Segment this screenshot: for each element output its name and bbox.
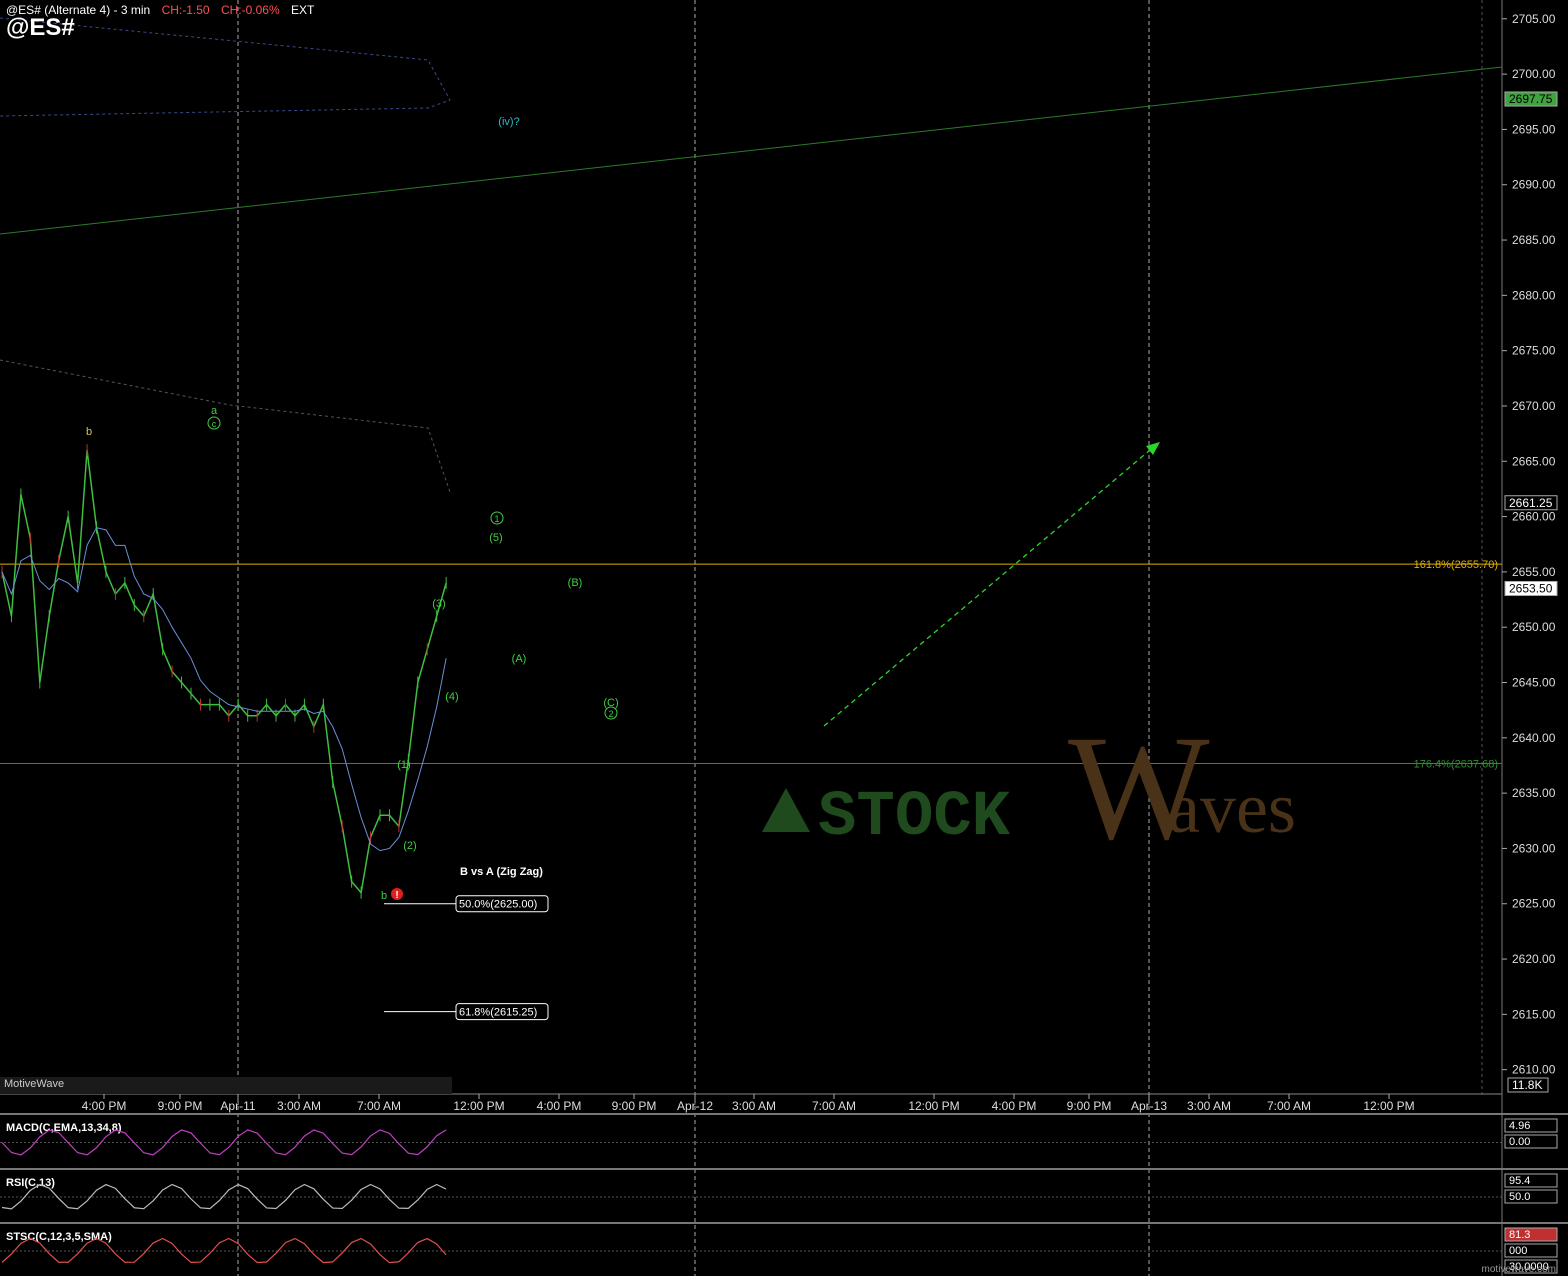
y-tick-label: 2670.00 bbox=[1512, 399, 1556, 413]
x-tick-label: 9:00 PM bbox=[612, 1099, 657, 1113]
x-tick-label: 12:00 PM bbox=[1363, 1099, 1414, 1113]
wave-label: (iv)? bbox=[498, 116, 519, 128]
upper-channel-line bbox=[0, 66, 1503, 235]
volume-band bbox=[0, 1077, 452, 1094]
watermark-triangle-icon bbox=[762, 788, 810, 832]
y-tick-label: 2665.00 bbox=[1512, 454, 1556, 468]
wave-label: (2) bbox=[403, 840, 416, 852]
x-tick-label: 7:00 AM bbox=[1267, 1099, 1311, 1113]
x-tick-label: 9:00 PM bbox=[1067, 1099, 1112, 1113]
indicator-tag-label: 95.4 bbox=[1509, 1175, 1530, 1187]
session-label: EXT bbox=[290, 3, 315, 17]
watermark-aves-text: aves bbox=[1168, 768, 1296, 848]
zigzag-title: B vs A (Zig Zag) bbox=[460, 866, 543, 878]
y-tick-label: 2650.00 bbox=[1512, 620, 1556, 634]
volume-tag-label: 11.8K bbox=[1512, 1078, 1542, 1092]
indicator-label: STSC(C,12,3,5,SMA) bbox=[6, 1231, 112, 1243]
zigzag-level-label: 50.0%(2625.00) bbox=[459, 899, 537, 911]
y-tick-label: 2625.00 bbox=[1512, 897, 1556, 911]
wave-label: (1) bbox=[397, 759, 410, 771]
y-tick-label: 2705.00 bbox=[1512, 12, 1556, 26]
y-tick-label: 2630.00 bbox=[1512, 841, 1556, 855]
alert-marker-glyph: ! bbox=[395, 890, 398, 901]
dashed-trendline bbox=[0, 359, 451, 493]
wave-label: c bbox=[212, 419, 217, 429]
x-tick-label: 4:00 PM bbox=[537, 1099, 582, 1113]
projection-arrow-head bbox=[1146, 442, 1160, 455]
symbol-label: @ES# bbox=[6, 14, 75, 41]
price-tag-label: 2653.50 bbox=[1509, 581, 1553, 595]
x-tick-label: Apr-11 bbox=[220, 1099, 255, 1113]
watermark-stock-text: STOCK bbox=[818, 782, 1011, 854]
y-tick-label: 2610.00 bbox=[1512, 1063, 1556, 1077]
change-percent: CH:-0.06% bbox=[220, 3, 280, 17]
footer-brand: motivewave.com bbox=[1482, 1264, 1556, 1275]
indicator-label: MACD(C,EMA,13,34,8) bbox=[6, 1122, 122, 1134]
wave-label: 2 bbox=[608, 709, 613, 719]
y-tick-label: 2640.00 bbox=[1512, 731, 1556, 745]
indicator-tag-label: 000 bbox=[1509, 1245, 1527, 1257]
x-tick-label: 4:00 PM bbox=[992, 1099, 1037, 1113]
x-tick-label: 7:00 AM bbox=[357, 1099, 401, 1113]
x-tick-label: 3:00 AM bbox=[732, 1099, 776, 1113]
y-tick-label: 2660.00 bbox=[1512, 510, 1556, 524]
wave-label: 1 bbox=[494, 514, 499, 524]
x-tick-label: 9:00 PM bbox=[158, 1099, 203, 1113]
x-tick-label: 7:00 AM bbox=[812, 1099, 856, 1113]
y-tick-label: 2615.00 bbox=[1512, 1007, 1556, 1021]
brand-label: MotiveWave bbox=[4, 1078, 64, 1090]
indicator-tag-label: 50.0 bbox=[1509, 1191, 1530, 1203]
y-tick-label: 2685.00 bbox=[1512, 233, 1556, 247]
y-tick-label: 2700.00 bbox=[1512, 67, 1556, 81]
y-tick-label: 2655.00 bbox=[1512, 565, 1556, 579]
price-tag-label: 2697.75 bbox=[1509, 92, 1553, 106]
x-tick-label: Apr-12 bbox=[677, 1099, 713, 1113]
x-tick-label: 3:00 AM bbox=[277, 1099, 321, 1113]
x-tick-label: 12:00 PM bbox=[908, 1099, 959, 1113]
fib-level-label: 161.8%(2655.70) bbox=[1414, 559, 1498, 571]
indicator-tag-label: 0.00 bbox=[1509, 1136, 1530, 1148]
wave-label: b bbox=[86, 426, 92, 438]
y-tick-label: 2695.00 bbox=[1512, 122, 1556, 136]
wave-label: a bbox=[211, 405, 218, 417]
wave-label: (B) bbox=[568, 577, 583, 589]
wave-label: (4) bbox=[445, 691, 458, 703]
wave-label: (3) bbox=[432, 598, 445, 610]
price-tag-label: 2661.25 bbox=[1509, 496, 1553, 510]
zigzag-level-label: 61.8%(2615.25) bbox=[459, 1007, 537, 1019]
indicator-tag-label: 4.96 bbox=[1509, 1120, 1530, 1132]
y-tick-label: 2635.00 bbox=[1512, 786, 1556, 800]
y-tick-label: 2680.00 bbox=[1512, 288, 1556, 302]
y-tick-label: 2675.00 bbox=[1512, 344, 1556, 358]
y-tick-label: 2690.00 bbox=[1512, 178, 1556, 192]
x-tick-label: Apr-13 bbox=[1131, 1099, 1167, 1113]
projection-arrow-line bbox=[823, 449, 1151, 727]
wave-label: (5) bbox=[489, 532, 502, 544]
indicator-tag-label: 81.3 bbox=[1509, 1229, 1530, 1241]
wave-label: b bbox=[381, 890, 387, 902]
change-value: CH:-1.50 bbox=[161, 3, 210, 17]
x-tick-label: 4:00 PM bbox=[82, 1099, 127, 1113]
x-tick-label: 12:00 PM bbox=[453, 1099, 504, 1113]
x-tick-label: 3:00 AM bbox=[1187, 1099, 1231, 1113]
y-tick-label: 2620.00 bbox=[1512, 952, 1556, 966]
moving-average-line bbox=[1, 527, 447, 852]
price-chart[interactable]: 2610.00 2615.00 2620.00 2625.00 2630.00 2635.… bbox=[0, 0, 1568, 1276]
y-tick-label: 2645.00 bbox=[1512, 676, 1556, 690]
wave-label: (A) bbox=[512, 653, 527, 665]
fib-level-label: 176.4%(2637.68) bbox=[1414, 758, 1498, 770]
